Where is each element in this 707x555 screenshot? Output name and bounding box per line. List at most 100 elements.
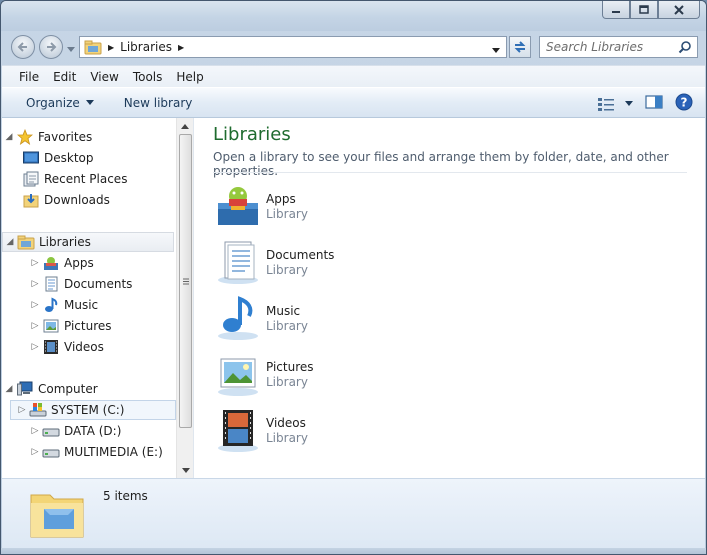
expand-arrow-icon[interactable]: ▷: [28, 279, 42, 289]
address-bar[interactable]: ▶ Libraries ▶: [79, 36, 507, 58]
new-library-label: New library: [123, 95, 193, 110]
pictures-icon: [42, 317, 60, 335]
menu-edit[interactable]: Edit: [46, 68, 83, 86]
scroll-up-icon: [181, 123, 189, 129]
maximize-icon: [639, 5, 649, 14]
computer-icon: [16, 380, 34, 398]
nav-music-label: Music: [64, 298, 99, 312]
expand-arrow-icon[interactable]: ▷: [28, 321, 42, 331]
apps-library-icon: [212, 182, 264, 230]
address-history-dropdown[interactable]: [492, 43, 500, 57]
search-input[interactable]: [540, 40, 670, 54]
nav-computer[interactable]: ◢ Computer: [2, 379, 98, 399]
breadcrumb-libraries[interactable]: Libraries: [120, 40, 172, 54]
documents-icon: [42, 275, 60, 293]
command-bar-right: ?: [597, 93, 693, 114]
library-item-documents[interactable]: Documents Library: [212, 237, 412, 287]
scroll-up-button[interactable]: [177, 118, 193, 134]
arrow-right-icon: [47, 42, 57, 52]
library-type: Library: [266, 374, 308, 389]
nav-item-pictures[interactable]: ▷ Pictures: [28, 316, 112, 336]
preview-pane-button[interactable]: [645, 94, 663, 113]
caption-buttons: [602, 1, 700, 19]
nav-item-recent-places[interactable]: Recent Places: [22, 169, 127, 189]
nav-item-documents[interactable]: ▷ Documents: [28, 274, 132, 294]
expand-arrow-icon[interactable]: ▷: [28, 447, 42, 457]
change-view-button[interactable]: [597, 96, 633, 112]
nav-videos-label: Videos: [64, 340, 104, 354]
back-button[interactable]: [11, 35, 35, 59]
nav-item-videos[interactable]: ▷ Videos: [28, 337, 104, 357]
libraries-folder-large-icon: [28, 485, 86, 544]
minimize-button[interactable]: [602, 1, 630, 19]
expand-arrow-icon[interactable]: ▷: [28, 258, 42, 268]
expand-arrow-icon[interactable]: ▷: [15, 405, 29, 415]
documents-library-icon: [212, 238, 264, 286]
nav-item-downloads[interactable]: Downloads: [22, 190, 110, 210]
nav-libraries[interactable]: ◢ Libraries: [2, 232, 174, 252]
nav-system-c-label: SYSTEM (C:): [51, 403, 125, 417]
minimize-icon: [612, 10, 620, 13]
menu-tools[interactable]: Tools: [126, 68, 170, 86]
navigation-scrollbar[interactable]: [176, 118, 193, 478]
search-icon[interactable]: [678, 40, 692, 54]
nav-item-system-c[interactable]: ▷ SYSTEM (C:): [10, 400, 176, 420]
menu-help[interactable]: Help: [169, 68, 210, 86]
nav-item-desktop[interactable]: Desktop: [22, 148, 94, 168]
new-library-button[interactable]: New library: [116, 93, 201, 113]
library-item-apps[interactable]: Apps Library: [212, 181, 412, 231]
view-options-chevron-icon[interactable]: [625, 101, 633, 106]
system-drive-icon: [29, 401, 47, 419]
drive-icon: [42, 422, 60, 440]
grip-icon: [182, 278, 189, 284]
close-button[interactable]: [658, 1, 700, 19]
page-title: Libraries: [213, 124, 291, 145]
collapse-arrow-icon[interactable]: ◢: [2, 384, 16, 394]
refresh-button[interactable]: [509, 36, 531, 58]
menu-file[interactable]: File: [12, 68, 46, 86]
forward-button[interactable]: [39, 35, 63, 59]
library-name: Apps: [266, 191, 296, 206]
nav-item-apps[interactable]: ▷ Apps: [28, 253, 94, 273]
collapse-arrow-icon[interactable]: ◢: [2, 132, 16, 142]
library-item-music[interactable]: Music Library: [212, 293, 412, 343]
scrollbar-thumb[interactable]: [179, 134, 192, 428]
navigation-bar: ▶ Libraries ▶: [1, 31, 706, 63]
chevron-down-icon: [85, 100, 94, 105]
header-divider: [213, 172, 687, 173]
help-icon: ?: [675, 93, 693, 111]
nav-item-music[interactable]: ▷ Music: [28, 295, 98, 315]
library-item-pictures[interactable]: Pictures Library: [212, 349, 412, 399]
organize-button[interactable]: Organize: [18, 93, 102, 113]
chevron-down-icon: [67, 47, 75, 52]
scroll-down-button[interactable]: [177, 462, 194, 478]
search-box[interactable]: [539, 36, 698, 58]
library-type: Library: [266, 262, 308, 277]
library-name: Pictures: [266, 359, 314, 374]
maximize-button[interactable]: [630, 1, 658, 19]
nav-apps-label: Apps: [64, 256, 94, 270]
nav-recent-places-label: Recent Places: [44, 172, 128, 186]
expand-arrow-icon[interactable]: ▷: [28, 342, 42, 352]
title-bar[interactable]: [1, 1, 706, 31]
expand-arrow-icon[interactable]: ▷: [28, 300, 42, 310]
nav-favorites[interactable]: ◢ Favorites: [2, 127, 92, 147]
nav-pictures-label: Pictures: [64, 319, 112, 333]
nav-favorites-label: Favorites: [38, 130, 93, 144]
recent-pages-dropdown[interactable]: [67, 42, 75, 56]
nav-multimedia-e-label: MULTIMEDIA (E:): [64, 445, 163, 459]
close-icon: [674, 4, 684, 15]
breadcrumb-separator-icon[interactable]: ▶: [108, 43, 114, 52]
breadcrumb-chevron-icon[interactable]: ▶: [178, 43, 184, 52]
help-button[interactable]: ?: [675, 93, 693, 114]
nav-item-data-d[interactable]: ▷ DATA (D:): [28, 421, 122, 441]
library-name: Documents: [266, 247, 335, 262]
organize-label: Organize: [26, 95, 80, 110]
desktop-icon: [22, 149, 40, 167]
expand-arrow-icon[interactable]: ▷: [28, 426, 42, 436]
library-name: Videos: [266, 415, 306, 430]
menu-view[interactable]: View: [83, 68, 125, 86]
collapse-arrow-icon[interactable]: ◢: [3, 237, 17, 247]
nav-item-multimedia-e[interactable]: ▷ MULTIMEDIA (E:): [28, 442, 163, 462]
library-item-videos[interactable]: Videos Library: [212, 405, 412, 455]
